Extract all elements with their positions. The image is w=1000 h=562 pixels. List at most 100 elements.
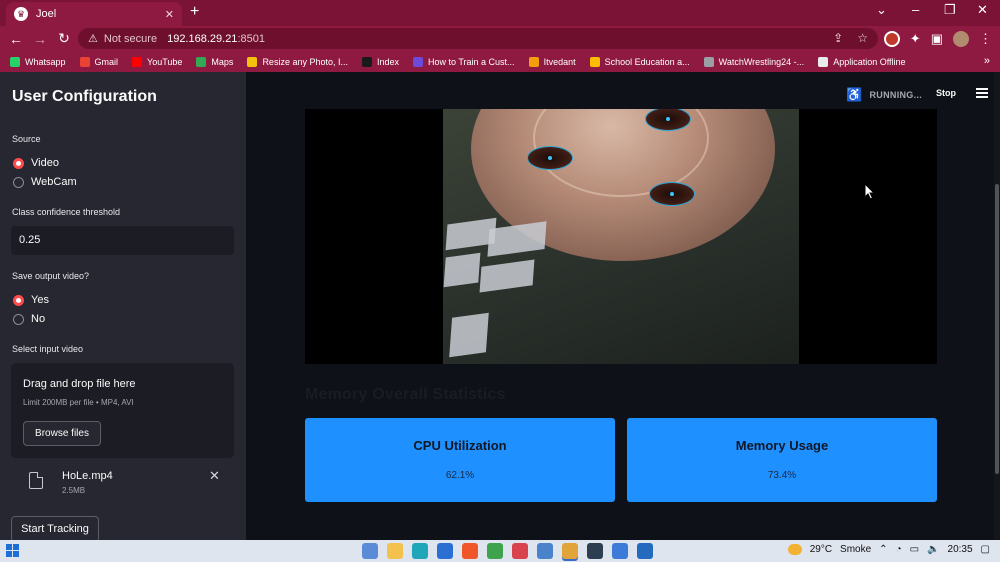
file-explorer-icon[interactable]	[387, 543, 403, 559]
window-close-icon[interactable]: ✕	[977, 2, 988, 18]
tab-search-icon[interactable]: ⌄	[876, 2, 887, 18]
detected-hole	[649, 182, 695, 206]
radio-save-yes[interactable]: Yes	[13, 294, 49, 306]
radio-save-no[interactable]: No	[13, 313, 45, 325]
photos-app-icon[interactable]	[537, 543, 553, 559]
new-tab-icon[interactable]: +	[190, 3, 199, 21]
scrollbar-thumb[interactable]	[995, 184, 999, 474]
warning-icon: ⚠	[88, 33, 98, 45]
metric-value: 73.4%	[767, 470, 797, 481]
dropzone-title: Drag and drop file here	[23, 378, 136, 390]
weather-temp[interactable]: 29°C	[810, 544, 832, 555]
uploaded-file: HoLe.mp4 2.5MB ✕	[11, 464, 234, 498]
battery-icon[interactable]: ▭	[910, 544, 919, 555]
minimize-icon[interactable]: –	[912, 2, 919, 17]
bookmark-star-icon[interactable]: ☆	[857, 31, 868, 45]
maximize-icon[interactable]: ❐	[944, 2, 956, 18]
radio-selected-icon	[13, 157, 24, 169]
more-bookmarks-icon[interactable]: »	[984, 55, 990, 67]
tracking-frame-image	[443, 109, 799, 364]
threshold-label: Class confidence threshold	[12, 207, 121, 217]
file-icon	[29, 472, 43, 489]
system-tray: 29°C Smoke ⌃ ◔ ▭ 🔈 20:35 ▢	[787, 544, 990, 555]
file-name: HoLe.mp4	[62, 470, 113, 482]
bookmark-item[interactable]: Whatsapp	[10, 56, 66, 67]
browser-tab[interactable]: ♛ Joel ✕	[6, 2, 182, 26]
bookmark-item[interactable]: Itvedant	[528, 56, 576, 67]
weather-desc[interactable]: Smoke	[840, 544, 871, 555]
store-app-icon[interactable]	[487, 543, 503, 559]
running-status: ♿ RUNNING...	[846, 87, 922, 102]
cpu-metric-card: CPU Utilization 62.1%	[305, 418, 615, 502]
memory-metric-card: Memory Usage 73.4%	[627, 418, 937, 502]
scrollbar[interactable]	[994, 72, 1000, 540]
bookmark-item[interactable]: Maps	[196, 56, 233, 67]
browse-files-button[interactable]: Browse files	[23, 421, 101, 446]
mouse-cursor-icon	[864, 183, 876, 200]
extension-profile-icon[interactable]	[883, 30, 900, 47]
main-content: ♿ RUNNING... Stop Memory Overall Statist…	[246, 72, 1000, 540]
extensions-puzzle-icon[interactable]: ✦	[910, 31, 921, 47]
reload-icon[interactable]: ↻	[52, 30, 76, 47]
security-label: Not secure	[103, 32, 158, 45]
radio-source-video[interactable]: Video	[13, 157, 59, 169]
bookmark-item[interactable]: Gmail	[79, 56, 118, 67]
mail-app-icon[interactable]	[362, 543, 378, 559]
detected-hole	[527, 146, 573, 170]
url-host: 192.168.29.21	[167, 32, 238, 45]
remote-app-icon[interactable]	[637, 543, 653, 559]
file-dropzone[interactable]: Drag and drop file here Limit 200MB per …	[11, 363, 234, 458]
remove-file-icon[interactable]: ✕	[209, 468, 220, 484]
terminal-app-icon[interactable]	[587, 543, 603, 559]
brave-browser-icon[interactable]	[462, 543, 478, 559]
bookmark-item[interactable]: WatchWrestling24 -...	[703, 56, 804, 67]
bookmark-item[interactable]: School Education a...	[589, 56, 690, 67]
browser-tab-strip: ♛ Joel ✕ + ⌄ – ❐ ✕	[0, 0, 1000, 26]
video-output	[305, 109, 937, 364]
url-port: :8501	[237, 32, 265, 45]
metric-title: CPU Utilization	[413, 438, 507, 453]
metric-title: Memory Usage	[735, 438, 829, 453]
radio-selected-icon	[13, 294, 24, 306]
threshold-input[interactable]: 0.25	[11, 226, 234, 255]
save-output-label: Save output video?	[12, 271, 90, 281]
stop-button[interactable]: Stop	[936, 88, 956, 98]
bookmark-favicon-icon	[79, 56, 90, 67]
volume-icon[interactable]: 🔈	[927, 544, 939, 555]
sidebar: User Configuration Source Video WebCam C…	[0, 72, 246, 540]
close-tab-icon[interactable]: ✕	[165, 8, 174, 21]
metric-value: 62.1%	[445, 470, 475, 481]
windows-start-icon[interactable]	[6, 544, 19, 557]
bookmark-item[interactable]: Index	[361, 56, 399, 67]
user-avatar[interactable]	[953, 30, 969, 47]
clock[interactable]: 20:35	[948, 544, 973, 555]
chevron-up-icon[interactable]: ⌃	[879, 544, 887, 555]
bookmark-item[interactable]: Resize any Photo, I...	[247, 56, 348, 67]
share-icon[interactable]: ⇪	[833, 31, 843, 45]
edge-browser-icon[interactable]	[412, 543, 428, 559]
chrome-browser-icon[interactable]	[562, 543, 578, 559]
bookmark-favicon-icon	[528, 56, 539, 67]
bookmarks-bar: Whatsapp Gmail YouTube Maps Resize any P…	[0, 51, 1000, 72]
bookmark-favicon-icon	[361, 56, 372, 67]
dropzone-limit: Limit 200MB per file • MP4, AVI	[23, 398, 134, 407]
bookmark-item[interactable]: YouTube	[132, 56, 182, 67]
forward-icon[interactable]: →	[28, 31, 52, 47]
file-size: 2.5MB	[62, 486, 86, 495]
hamburger-menu-icon[interactable]	[976, 88, 988, 100]
browser-menu-icon[interactable]: ⋮	[979, 31, 992, 47]
notifications-icon[interactable]: ▢	[981, 544, 990, 555]
bookmark-item[interactable]: Application Offline	[818, 56, 906, 67]
back-icon[interactable]: ←	[4, 31, 28, 47]
sidebar-toggle-icon[interactable]: ▣	[931, 31, 943, 47]
address-bar[interactable]: ⚠ Not secure 192.168.29.21 :8501 ⇪ ☆	[78, 28, 878, 49]
media-app-icon[interactable]	[512, 543, 528, 559]
bookmark-favicon-icon	[10, 56, 20, 67]
wifi-icon[interactable]: ◔	[896, 544, 902, 555]
sidebar-title: User Configuration	[12, 88, 157, 105]
notes-app-icon[interactable]	[612, 543, 628, 559]
bookmark-item[interactable]: How to Train a Cust...	[413, 56, 515, 67]
start-tracking-button[interactable]: Start Tracking	[11, 516, 99, 540]
vscode-icon[interactable]	[437, 543, 453, 559]
radio-source-webcam[interactable]: WebCam	[13, 176, 77, 188]
